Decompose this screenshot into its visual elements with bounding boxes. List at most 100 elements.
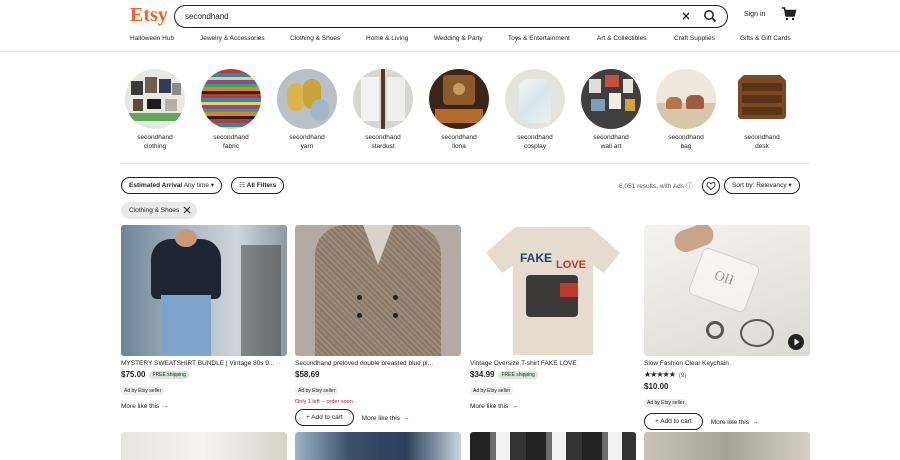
listing-image[interactable] (295, 225, 461, 356)
play-icon (794, 338, 800, 346)
sign-in-link[interactable]: Sign in (744, 11, 765, 18)
nav-toys-entertainment[interactable]: Toys & Entertainment (508, 35, 570, 42)
rating-stars: ★★★★★ (9) (644, 370, 687, 379)
category-image (505, 69, 565, 129)
category-image (429, 69, 489, 129)
arrow-right-icon: → (751, 419, 759, 426)
nav-art-collectibles[interactable]: Art & Collectibles (597, 35, 647, 42)
review-count: (9) (678, 373, 687, 379)
filter-icon: ☷ (239, 182, 245, 189)
listing-card[interactable]: OII Slow Fashion Clear Keychain ★★★★★ (9)… (644, 225, 810, 430)
category-secondhand-wall-art[interactable]: secondhand wall art (576, 69, 646, 154)
nav-gifts-gift-cards[interactable]: Gifts & Gift Cards (740, 35, 791, 42)
add-to-cart-button[interactable]: + Add to cart (644, 413, 703, 430)
play-video-button[interactable] (788, 334, 804, 350)
category-secondhand-stardust[interactable]: secondhand stardust (348, 69, 418, 154)
category-secondhand-fabric[interactable]: secondhand fabric (196, 69, 266, 154)
category-nav: Halloween Hub Jewelry & Accessories Clot… (0, 35, 900, 48)
listing-price: $10.00 (644, 382, 669, 391)
cart-icon[interactable] (781, 7, 797, 21)
category-secondhand-llona[interactable]: secondhand llona (424, 69, 494, 154)
listing-title[interactable]: MYSTERY SWEATSHIRT BUNDLE | Vintage 80s … (121, 360, 287, 367)
price-row: $10.00 (644, 382, 810, 391)
listing-price: $58.69 (295, 370, 320, 379)
nav-home-living[interactable]: Home & Living (366, 35, 408, 42)
nav-clothing-shoes[interactable]: Clothing & Shoes (290, 35, 340, 42)
listing-card[interactable]: Secondhand preloved double breasted blue… (295, 225, 461, 426)
nav-jewelry-accessories[interactable]: Jewelry & Accessories (200, 35, 265, 42)
category-secondhand-cosplay[interactable]: secondhand cosplay (500, 69, 570, 154)
heart-icon (706, 182, 716, 191)
price-row: $75.00 FREE shipping (121, 370, 287, 379)
shirt-print-text: FAKE (520, 251, 553, 265)
more-like-this-link[interactable]: More like this → (711, 419, 759, 426)
category-secondhand-clothing[interactable]: secondhand clothing (120, 69, 190, 154)
arrow-right-icon: → (402, 415, 410, 422)
favorite-search-button[interactable] (702, 177, 720, 195)
caret-down-icon: ▾ (210, 182, 215, 189)
arrow-right-icon: → (511, 403, 518, 410)
nav-wedding-party[interactable]: Wedding & Party (434, 35, 483, 42)
results-count: 6,051 results, with Ads ⓘ (619, 183, 693, 190)
free-shipping-badge: FREE shipping (149, 370, 189, 379)
category-image (732, 69, 792, 129)
more-like-this-link[interactable]: More like this → (362, 415, 410, 422)
listing-price: $34.99 (470, 370, 495, 379)
ad-badge: Ad by Etsy seller (295, 387, 339, 395)
category-secondhand-desk[interactable]: secondhand desk (727, 69, 797, 154)
listing-price: $75.00 (121, 370, 146, 379)
listing-image[interactable]: OII (644, 225, 810, 356)
etsy-logo[interactable]: Etsy (130, 4, 168, 27)
category-label: secondhand desk (744, 134, 780, 150)
listing-image[interactable]: FAKE LOVE (470, 225, 636, 356)
all-filters-label: All Filters (246, 182, 277, 189)
arrow-right-icon: → (162, 403, 169, 410)
header-divider (0, 51, 900, 52)
info-icon[interactable]: ⓘ (686, 183, 693, 190)
category-image (277, 69, 337, 129)
category-secondhand-yarn[interactable]: secondhand yarn (272, 69, 342, 154)
listing-card[interactable]: MYSTERY SWEATSHIRT BUNDLE | Vintage 80s … (121, 225, 287, 410)
listing-image[interactable] (121, 432, 287, 460)
card-actions: + Add to cart More like this → (295, 405, 461, 426)
search-icon[interactable] (703, 9, 717, 23)
category-label: secondhand yarn (289, 134, 325, 150)
active-filter-chip[interactable]: Clothing & Shoes (121, 202, 198, 219)
category-secondhand-bag[interactable]: secondhand bag (651, 69, 721, 154)
category-image (353, 69, 413, 129)
active-filter-label: Clothing & Shoes (129, 207, 180, 214)
nav-craft-supplies[interactable]: Craft Supplies (674, 35, 715, 42)
price-row: $34.99 FREE shipping (470, 370, 636, 379)
close-icon[interactable] (680, 10, 692, 22)
more-like-this-link[interactable]: More like this → (470, 403, 636, 410)
all-filters-button[interactable]: ☷ All Filters (231, 177, 285, 194)
caret-down-icon: ▾ (788, 182, 792, 189)
add-to-cart-button[interactable]: + Add to cart (295, 409, 354, 426)
estimated-arrival-value: Any time (183, 182, 209, 189)
estimated-arrival-dropdown[interactable]: Estimated Arrival Any time ▾ (121, 177, 223, 194)
listing-image[interactable] (644, 432, 810, 460)
sort-dropdown[interactable]: Sort by: Relevancy ▾ (724, 177, 800, 194)
listing-title[interactable]: Slow Fashion Clear Keychain (644, 360, 810, 367)
nav-halloween-hub[interactable]: Halloween Hub (130, 35, 174, 42)
ad-badge: Ad by Etsy seller (470, 387, 514, 395)
category-label: secondhand clothing (137, 134, 173, 150)
listing-image[interactable] (121, 225, 287, 356)
listing-title[interactable]: Vintage Oversize T-shirt FAKE LOVE (470, 360, 636, 367)
sort-value: Relevancy (756, 182, 787, 189)
listing-title[interactable]: Secondhand preloved double breasted blue… (295, 360, 461, 367)
search-bar[interactable] (174, 5, 728, 28)
listing-card[interactable]: FAKE LOVE Vintage Oversize T-shirt FAKE … (470, 225, 636, 410)
category-label: secondhand bag (668, 134, 704, 150)
card-actions: + Add to cart More like this → (644, 409, 810, 430)
category-image (201, 69, 261, 129)
close-icon[interactable] (183, 206, 191, 214)
ad-badge: Ad by Etsy seller (121, 387, 165, 395)
listing-image[interactable] (470, 432, 636, 460)
category-image (581, 69, 641, 129)
search-input[interactable] (185, 9, 665, 24)
category-label: secondhand fabric (213, 134, 249, 150)
listing-image[interactable] (295, 432, 461, 460)
more-like-this-link[interactable]: More like this → (121, 403, 287, 410)
category-label: secondhand stardust (365, 134, 401, 150)
